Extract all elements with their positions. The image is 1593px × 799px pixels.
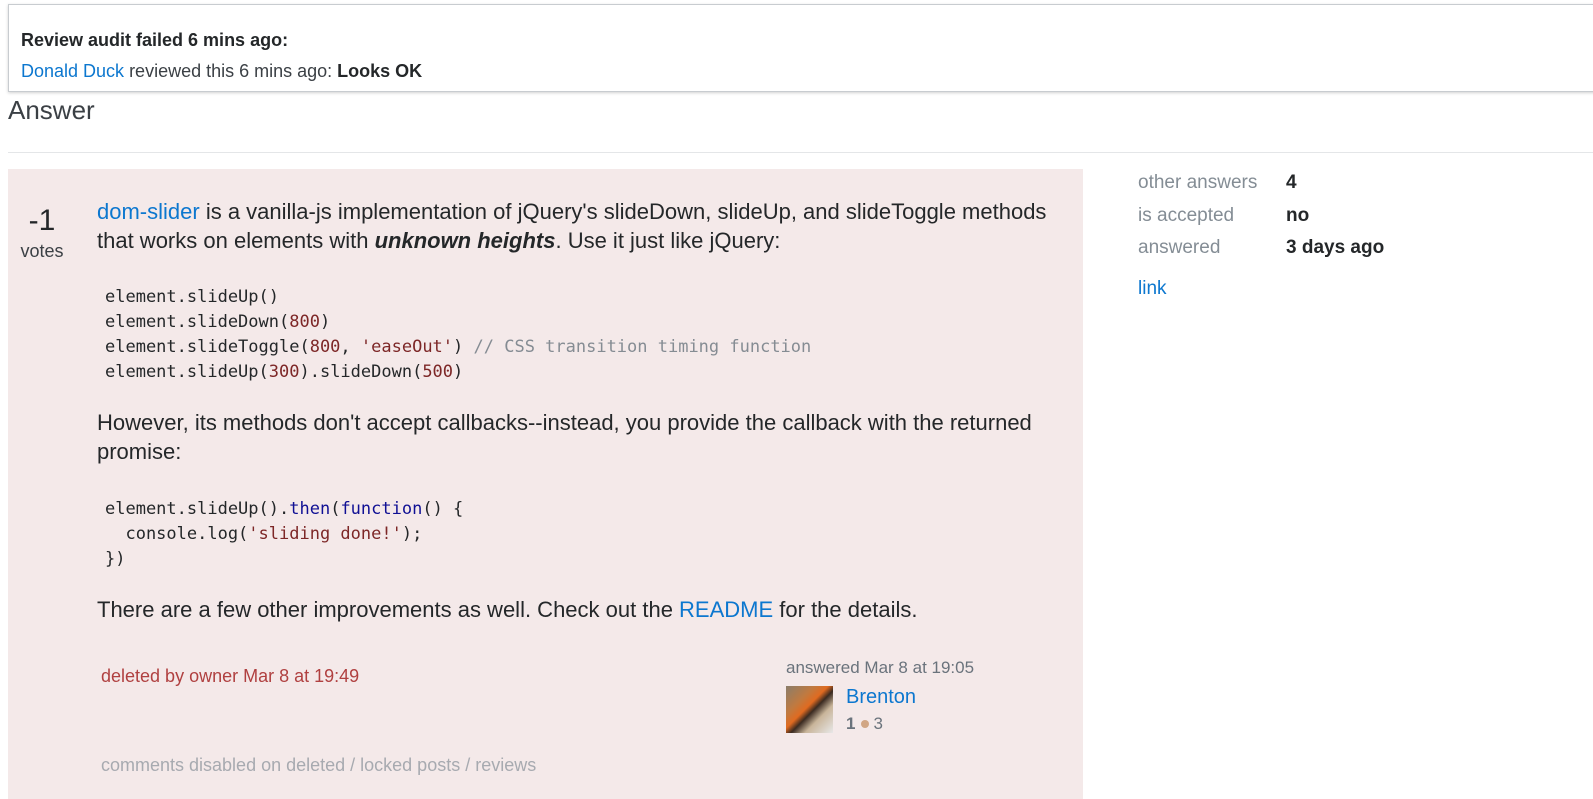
- post-readme-paragraph: There are a few other improvements as we…: [97, 595, 1067, 624]
- code-token: element.slideUp().: [105, 499, 290, 519]
- code-number: 300: [268, 362, 300, 382]
- user-avatar[interactable]: [786, 686, 833, 733]
- code-keyword: function: [340, 499, 423, 519]
- code-token: ): [453, 362, 464, 382]
- code-token: element.slideUp(: [105, 362, 269, 382]
- code-token: (: [330, 499, 341, 519]
- reviewed-text: reviewed this 6 mins ago:: [124, 61, 338, 81]
- divider: [8, 152, 1593, 153]
- code-token: () {: [422, 499, 464, 519]
- readme-text-end: for the details.: [773, 597, 918, 622]
- code-token: ): [453, 337, 474, 357]
- code-line: }): [105, 549, 126, 569]
- dom-slider-link[interactable]: dom-slider: [97, 199, 200, 224]
- bronze-badge-count: 3: [873, 714, 883, 733]
- info-label: answered: [1138, 237, 1221, 258]
- vote-cell: -1 votes: [8, 203, 76, 262]
- code-token: ,: [340, 337, 361, 357]
- readme-link[interactable]: README: [679, 597, 773, 622]
- user-reputation: 13: [846, 714, 883, 734]
- vote-label: votes: [20, 241, 64, 261]
- code-token: console.log(: [105, 524, 249, 544]
- info-value: 3 days ago: [1286, 237, 1385, 258]
- answered-time: answered Mar 8 at 19:05: [786, 658, 975, 677]
- code-token: element.slideDown(: [105, 312, 290, 332]
- answer-permalink[interactable]: link: [1138, 278, 1167, 300]
- code-block-promise: element.slideUp().then(function() { cons…: [105, 497, 463, 572]
- code-block-usage: element.slideUp() element.slideDown(800)…: [105, 285, 811, 385]
- post-callback-paragraph: However, its methods don't accept callba…: [97, 410, 1032, 464]
- review-result: Looks OK: [337, 61, 423, 81]
- info-label: is accepted: [1138, 204, 1235, 226]
- intro-text-end: . Use it just like jQuery:: [555, 228, 781, 253]
- user-name-link[interactable]: Brenton: [846, 686, 916, 709]
- reviewer-link[interactable]: Donald Duck: [21, 61, 124, 81]
- code-string: 'sliding done!': [248, 524, 402, 544]
- code-token: element.slideToggle(: [105, 337, 310, 357]
- code-token: ).slideDown(: [299, 362, 423, 382]
- code-number: 500: [422, 362, 454, 382]
- bronze-badge-icon: [861, 719, 870, 728]
- user-signature: answered Mar 8 at 19:05 Brenton 13: [786, 658, 1006, 733]
- readme-text: There are a few other improvements as we…: [97, 597, 680, 622]
- code-line: element.slideUp(): [105, 287, 279, 307]
- audit-review-line: Donald Duck reviewed this 6 mins ago: Lo…: [21, 61, 422, 82]
- code-token: );: [401, 524, 423, 544]
- code-keyword: then: [289, 499, 331, 519]
- audit-title: Review audit failed 6 mins ago:: [21, 30, 289, 50]
- code-string: 'easeOut': [360, 337, 454, 357]
- deleted-answer-post: -1 votes dom-slider is a vanilla-js impl…: [8, 169, 1083, 799]
- code-number: 800: [309, 337, 341, 357]
- post-intro-paragraph: dom-slider is a vanilla-js implementatio…: [97, 197, 1067, 255]
- deleted-notice: deleted by owner Mar 8 at 19:49: [101, 666, 360, 686]
- answer-heading: Answer: [8, 95, 95, 125]
- vote-count: -1: [28, 204, 56, 237]
- review-audit-banner: Review audit failed 6 mins ago: Donald D…: [8, 4, 1593, 92]
- intro-emphasis: unknown heights: [374, 228, 556, 253]
- code-token: ): [319, 312, 331, 332]
- info-label: other answers: [1138, 172, 1258, 193]
- reputation-score: 1: [846, 714, 856, 733]
- code-comment: // CSS transition timing function: [473, 337, 812, 357]
- comments-disabled-notice: comments disabled on deleted / locked po…: [101, 755, 537, 775]
- info-value: no: [1286, 204, 1310, 226]
- code-number: 800: [289, 312, 320, 332]
- info-value: 4: [1286, 172, 1297, 193]
